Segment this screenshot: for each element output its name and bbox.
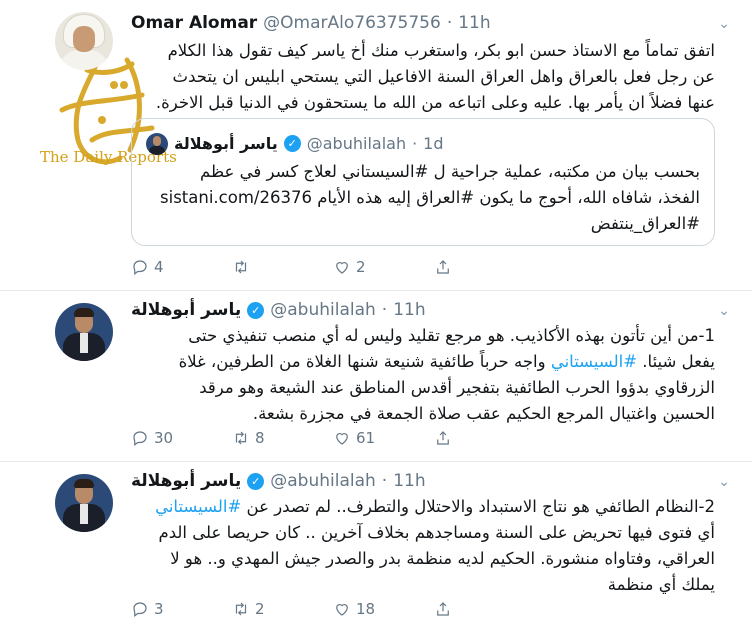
- share-button[interactable]: [434, 429, 535, 447]
- avatar-omar[interactable]: [55, 12, 113, 70]
- retweet-icon: [235, 260, 247, 274]
- separator-dot: ·: [446, 13, 453, 33]
- quoted-author-name: ياسر أبوهلالة: [174, 133, 278, 153]
- author-name[interactable]: ياسر أبوهلالة: [131, 471, 241, 491]
- quoted-text: بحسب بيان من مكتبه، عملية جراحية ل #السي…: [146, 159, 700, 237]
- author-name[interactable]: ياسر أبوهلالة: [131, 300, 241, 320]
- tweet-omar[interactable]: Omar Alomar @OmarAlo76375756 · 11h ⌄ اتف…: [0, 0, 752, 290]
- reply-icon: [133, 602, 147, 617]
- quoted-time: 1d: [423, 133, 444, 153]
- separator-dot: ·: [412, 133, 418, 153]
- tweet-text-line: اتفق تماماً مع الاستاذ حسن ابو بكر، واست…: [167, 41, 715, 60]
- tweet-text-line: عنها فضلاً ان يأمر بها. عليه وعلى اتباعه…: [155, 93, 715, 112]
- tweet-actions: 4 2: [131, 256, 591, 278]
- tweet-text-line: الزرقاوي بدؤوا الحرب الطائفية بتفجير أقد…: [199, 378, 715, 397]
- share-icon: [437, 260, 449, 274]
- tweet-text-line: 1-من أين تأتون بهذه الأكاذيب. هو مرجع تق…: [188, 326, 715, 345]
- quoted-tweet[interactable]: ياسر أبوهلالة ✓ @abuhilalah · 1d بحسب بي…: [131, 118, 715, 246]
- quoted-text-fragment: الفخذ، شافاه الله، أحوج ما يكون #العراق …: [317, 188, 700, 207]
- tweet-header: ياسر أبوهلالة ✓ @abuhilalah · 11h: [131, 299, 426, 321]
- tweet-actions: 30 8 61: [131, 427, 591, 449]
- tweet-text-fragment: 2-النظام الطائفي هو نتاج الاستبداد والاح…: [241, 497, 715, 516]
- tweet-text-line: يملك أي منظمة: [607, 575, 715, 594]
- quoted-avatar: [146, 133, 168, 155]
- tweet-time[interactable]: 11h: [393, 300, 425, 320]
- verified-badge-icon: ✓: [247, 472, 265, 490]
- tweet-text-fragment: يفعل شيئا.: [637, 352, 715, 371]
- tweet-actions: 3 2 18: [131, 598, 591, 620]
- reply-icon: [133, 260, 147, 275]
- share-icon: [437, 431, 449, 445]
- retweet-icon: [235, 431, 247, 445]
- chevron-down-icon[interactable]: ⌄: [718, 16, 730, 32]
- chevron-down-icon[interactable]: ⌄: [718, 303, 730, 319]
- author-name[interactable]: Omar Alomar: [131, 13, 257, 33]
- reply-button[interactable]: 30: [131, 429, 232, 447]
- reply-icon: [133, 431, 147, 446]
- tweet-yasser-1[interactable]: ياسر أبوهلالة ✓ @abuhilalah · 11h ⌄ 1-من…: [0, 291, 752, 461]
- chevron-down-icon[interactable]: ⌄: [718, 474, 730, 490]
- retweet-button[interactable]: 8: [232, 429, 333, 447]
- separator-dot: ·: [381, 300, 388, 320]
- reply-button[interactable]: 3: [131, 600, 232, 618]
- author-handle[interactable]: @abuhilalah: [270, 300, 376, 320]
- quoted-link[interactable]: sistani.com/26376: [160, 188, 312, 207]
- author-handle[interactable]: @abuhilalah: [270, 471, 376, 491]
- retweet-button[interactable]: 2: [232, 600, 333, 618]
- tweet-header: ياسر أبوهلالة ✓ @abuhilalah · 11h: [131, 470, 426, 492]
- tweet-header: Omar Alomar @OmarAlo76375756 · 11h: [131, 12, 491, 34]
- tweet-text-line: عن رجل فعل بالعراق واهل العراق السنة الا…: [172, 67, 715, 86]
- tweet-text-fragment: واجه حرباً طائفية شنيعة شنها الغلاة من ا…: [178, 352, 551, 371]
- heart-icon: [336, 604, 348, 616]
- like-button[interactable]: 2: [333, 258, 434, 276]
- like-count: 18: [356, 600, 376, 618]
- like-count: 2: [356, 258, 366, 276]
- reply-count: 30: [154, 429, 174, 447]
- reply-count: 3: [154, 600, 164, 618]
- tweet-text-line: يفعل شيئا. #السيستاني واجه حرباً طائفية …: [131, 349, 715, 375]
- reply-button[interactable]: 4: [131, 258, 232, 276]
- quoted-hashtag[interactable]: #العراق_ينتفض: [146, 211, 700, 237]
- tweet-text-line: الحسين واغتيال المرجع الحكيم عقب صلاة ال…: [252, 404, 715, 423]
- quoted-author-handle: @abuhilalah: [306, 133, 407, 153]
- tweet-text: اتفق تماماً مع الاستاذ حسن ابو بكر، واست…: [131, 38, 715, 116]
- hashtag-sistani[interactable]: #السيستاني: [551, 352, 637, 371]
- quoted-text-line: الفخذ، شافاه الله، أحوج ما يكون #العراق …: [146, 185, 700, 211]
- retweet-count: 8: [255, 429, 265, 447]
- share-icon: [437, 602, 449, 616]
- tweet-time[interactable]: 11h: [393, 471, 425, 491]
- tweet-text-line: العراقي، وفتاواه منشورة. الحكيم لديه منظ…: [170, 549, 715, 568]
- avatar-yasser[interactable]: [55, 474, 113, 532]
- heart-icon: [336, 262, 348, 274]
- retweet-icon: [235, 602, 247, 616]
- separator-dot: ·: [381, 471, 388, 491]
- avatar-yasser[interactable]: [55, 303, 113, 361]
- like-button[interactable]: 18: [333, 600, 434, 618]
- author-handle[interactable]: @OmarAlo76375756: [263, 13, 441, 33]
- tweet-text-line: 2-النظام الطائفي هو نتاج الاستبداد والاح…: [131, 494, 715, 520]
- quoted-header: ياسر أبوهلالة ✓ @abuhilalah · 1d: [174, 132, 444, 154]
- heart-icon: [336, 433, 348, 445]
- like-count: 61: [356, 429, 376, 447]
- verified-badge-icon: ✓: [247, 301, 265, 319]
- retweet-button[interactable]: [232, 258, 333, 276]
- tweet-text: 2-النظام الطائفي هو نتاج الاستبداد والاح…: [131, 494, 715, 598]
- quoted-text-line: بحسب بيان من مكتبه، عملية جراحية ل #السي…: [200, 162, 700, 181]
- tweet-time[interactable]: 11h: [458, 13, 490, 33]
- tweet-text-line: أي فتوى فيها تحريض على السنة ومساجدهم بخ…: [158, 523, 715, 542]
- tweet-yasser-2[interactable]: ياسر أبوهلالة ✓ @abuhilalah · 11h ⌄ 2-ال…: [0, 462, 752, 630]
- hashtag-sistani[interactable]: #السيستاني: [155, 497, 241, 516]
- like-button[interactable]: 61: [333, 429, 434, 447]
- tweet-text: 1-من أين تأتون بهذه الأكاذيب. هو مرجع تق…: [131, 323, 715, 427]
- reply-count: 4: [154, 258, 164, 276]
- share-button[interactable]: [434, 600, 535, 618]
- verified-badge-icon: ✓: [283, 134, 301, 152]
- retweet-count: 2: [255, 600, 265, 618]
- share-button[interactable]: [434, 258, 535, 276]
